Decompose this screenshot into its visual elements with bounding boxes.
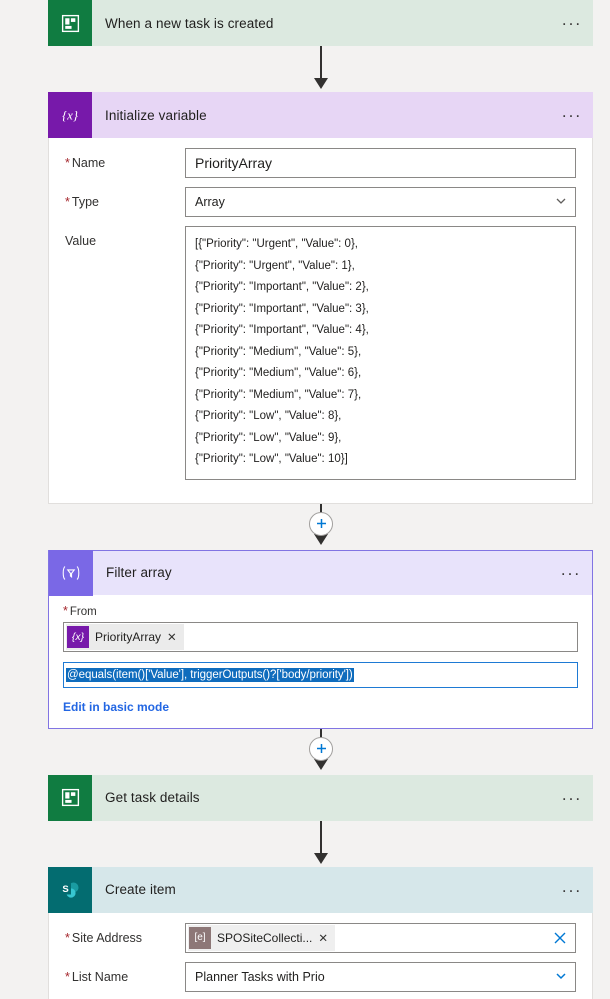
flow-step-initialize-variable[interactable]: {x} Initialize variable ... Name Priorit… <box>48 92 593 504</box>
card-header[interactable]: When a new task is created ... <box>48 0 593 46</box>
sharepoint-icon: S <box>48 866 92 913</box>
variable-token-icon: {x} <box>67 625 89 648</box>
value-line: {"Priority": "Urgent", "Value": 1}, <box>195 259 355 272</box>
variable-braces-icon: {x} <box>48 92 92 138</box>
more-options-button[interactable]: ... <box>550 561 592 580</box>
expression-token-icon: [e] <box>189 926 211 949</box>
card-body: From {x} PriorityArray ✕ @equals(item()[… <box>49 594 592 728</box>
card-body: Name PriorityArray Type Array V <box>48 138 593 504</box>
filter-from-input[interactable]: {x} PriorityArray ✕ <box>63 621 578 652</box>
more-options-button[interactable]: ... <box>551 878 593 897</box>
connector-arrow <box>48 820 593 867</box>
flow-step-when-a-new-task-is-created[interactable]: When a new task is created ... <box>48 0 593 46</box>
step-title: When a new task is created <box>105 15 274 31</box>
step-title: Create item <box>105 882 176 897</box>
planner-icon <box>48 774 92 821</box>
card-header[interactable]: {x} Initialize variable ... <box>48 92 593 138</box>
remove-token-icon[interactable]: ✕ <box>316 931 335 945</box>
plus-icon <box>316 744 326 753</box>
field-name: Name PriorityArray <box>65 148 576 178</box>
insert-step-connector <box>48 728 593 775</box>
planner-icon <box>48 0 92 46</box>
field-label-name: Name <box>65 148 185 170</box>
variable-value-input[interactable]: [{"Priority": "Urgent", "Value": 0}, {"Pr… <box>185 226 576 480</box>
value-line: {"Priority": "Important", "Value": 4}, <box>195 324 369 336</box>
value-line: {"Priority": "Low", "Value": 10}] <box>195 453 348 465</box>
token-spo-site-collection[interactable]: [e] SPOSiteCollecti... ✕ <box>188 924 336 951</box>
chevron-down-icon <box>556 198 566 204</box>
value-line: {"Priority": "Medium", "Value": 5}, <box>195 345 362 358</box>
step-title: Get task details <box>105 790 200 805</box>
step-title: Initialize variable <box>105 107 207 123</box>
field-label-value: Value <box>65 234 97 248</box>
token-label: PriorityArray <box>95 629 162 644</box>
field-label-from: From <box>63 604 578 618</box>
plus-icon <box>316 519 326 528</box>
value-line: [{"Priority": "Urgent", "Value": 0}, <box>195 238 358 250</box>
more-options-button[interactable]: ... <box>551 11 593 30</box>
flow-designer-canvas: When a new task is created ... {x} Initi… <box>0 0 610 999</box>
value-line: {"Priority": "Important", "Value": 2}, <box>195 281 369 293</box>
step-title: Filter array <box>106 565 172 580</box>
flow-step-create-item[interactable]: S Create item ... Site Address [e] SPOSi… <box>48 866 593 999</box>
token-priorityarray[interactable]: {x} PriorityArray ✕ <box>66 623 184 650</box>
field-type: Type Array <box>65 187 576 217</box>
card-header[interactable]: Get task details ... <box>48 774 593 821</box>
add-step-button[interactable] <box>309 511 333 536</box>
svg-text:{x}: {x} <box>62 108 79 123</box>
value-line: {"Priority": "Medium", "Value": 6}, <box>195 367 362 379</box>
field-site-address: Site Address [e] SPOSiteCollecti... ✕ <box>65 922 576 953</box>
value-line: {"Priority": "Important", "Value": 3}, <box>195 302 369 315</box>
more-options-button[interactable]: ... <box>551 786 593 805</box>
variable-name-input[interactable]: PriorityArray <box>185 148 576 178</box>
edit-in-basic-mode-link[interactable]: Edit in basic mode <box>63 700 169 714</box>
token-label: SPOSiteCollecti... <box>217 930 313 945</box>
flow-steps-container: When a new task is created ... {x} Initi… <box>48 0 593 999</box>
remove-token-icon[interactable]: ✕ <box>165 630 184 644</box>
list-name-value: Planner Tasks with Prio <box>195 969 325 984</box>
card-body: Site Address [e] SPOSiteCollecti... ✕ <box>48 912 593 999</box>
variable-type-dropdown[interactable]: Array <box>185 187 576 217</box>
more-options-button[interactable]: ... <box>551 103 593 122</box>
filter-condition-expression-input[interactable]: @equals(item()['Value'], triggerOutputs(… <box>63 661 578 688</box>
value-line: {"Priority": "Low", "Value": 9}, <box>195 431 342 444</box>
value-line: {"Priority": "Medium", "Value": 7}, <box>195 388 362 401</box>
filter-funnel-icon <box>49 549 93 596</box>
connector-arrow <box>48 46 593 92</box>
variable-type-value: Array <box>195 195 225 209</box>
flow-step-get-task-details[interactable]: Get task details ... <box>48 774 593 821</box>
field-label-type: Type <box>65 187 185 209</box>
field-list-name: List Name Planner Tasks with Prio <box>65 961 576 992</box>
insert-step-connector <box>48 503 593 550</box>
field-label-list-name: List Name <box>65 962 185 984</box>
card-header[interactable]: Filter array ... <box>49 549 592 596</box>
add-step-button[interactable] <box>309 736 333 761</box>
expression-text: @equals(item()['Value'], triggerOutputs(… <box>66 667 354 682</box>
card-header[interactable]: S Create item ... <box>48 866 593 913</box>
svg-text:S: S <box>62 884 68 895</box>
chevron-down-icon <box>556 972 566 979</box>
value-line: {"Priority": "Low", "Value": 8}, <box>195 410 342 422</box>
field-value: Value [{"Priority": "Urgent", "Value": 0… <box>65 226 576 480</box>
clear-field-icon[interactable] <box>553 931 567 945</box>
list-name-dropdown[interactable]: Planner Tasks with Prio <box>185 961 576 992</box>
flow-step-filter-array[interactable]: Filter array ... From {x} PriorityArray … <box>48 549 593 729</box>
field-label-site-address: Site Address <box>65 923 185 945</box>
site-address-input[interactable]: [e] SPOSiteCollecti... ✕ <box>185 922 576 953</box>
